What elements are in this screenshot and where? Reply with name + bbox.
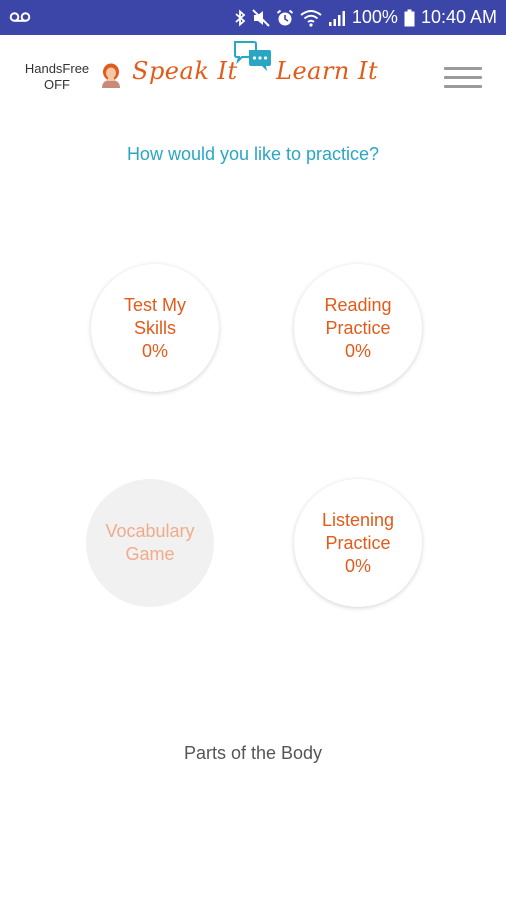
option-progress: 0% <box>344 340 371 361</box>
practice-prompt: How would you like to practice? <box>126 144 380 164</box>
clock: 10:40 AM <box>420 7 497 27</box>
alarm-icon <box>276 9 294 27</box>
vocabulary-game-button[interactable]: Vocabulary Game <box>86 479 214 607</box>
logo-speak-text: Speak It <box>132 57 238 85</box>
option-label-line1: Reading <box>324 294 392 315</box>
handsfree-toggle[interactable]: HandsFree OFF <box>14 61 100 93</box>
test-my-skills-button[interactable]: Test My Skills 0% <box>91 264 219 392</box>
option-label-line1: Vocabulary <box>105 521 195 541</box>
status-bar: 100% 10:40 AM <box>0 0 506 35</box>
battery-icon <box>404 9 415 27</box>
handsfree-label: HandsFree <box>24 61 90 76</box>
option-label-line1: Test My <box>123 294 186 315</box>
hamburger-menu-icon[interactable] <box>438 63 486 93</box>
option-label-line2: Practice <box>325 317 391 338</box>
status-icons: 100% 10:40 AM <box>234 0 497 35</box>
listening-practice-button[interactable]: Listening Practice 0% <box>294 479 422 607</box>
option-label-line2: Game <box>125 544 175 564</box>
speech-bubbles-icon <box>232 39 274 82</box>
bluetooth-icon <box>234 9 246 27</box>
logo-learn-text: Learn It <box>276 57 379 85</box>
option-progress: 0% <box>141 340 168 361</box>
reading-practice-button[interactable]: Reading Practice 0% <box>294 264 422 392</box>
app-logo: Speak It Learn It <box>130 35 386 105</box>
option-progress: 0% <box>344 555 371 576</box>
mute-icon <box>252 8 270 27</box>
signal-icon <box>328 9 346 27</box>
handsfree-state: OFF <box>44 77 70 92</box>
avatar[interactable] <box>100 63 122 94</box>
option-label-line1: Listening <box>321 509 395 530</box>
lesson-topic: Parts of the Body <box>183 743 323 763</box>
voicemail-icon <box>9 9 31 25</box>
wifi-icon <box>300 9 322 27</box>
app-header: HandsFree OFF Speak It Learn It <box>0 35 506 119</box>
option-label-line2: Practice <box>325 532 391 553</box>
battery-percent: 100% <box>351 7 398 27</box>
option-label-line2: Skills <box>133 317 176 338</box>
